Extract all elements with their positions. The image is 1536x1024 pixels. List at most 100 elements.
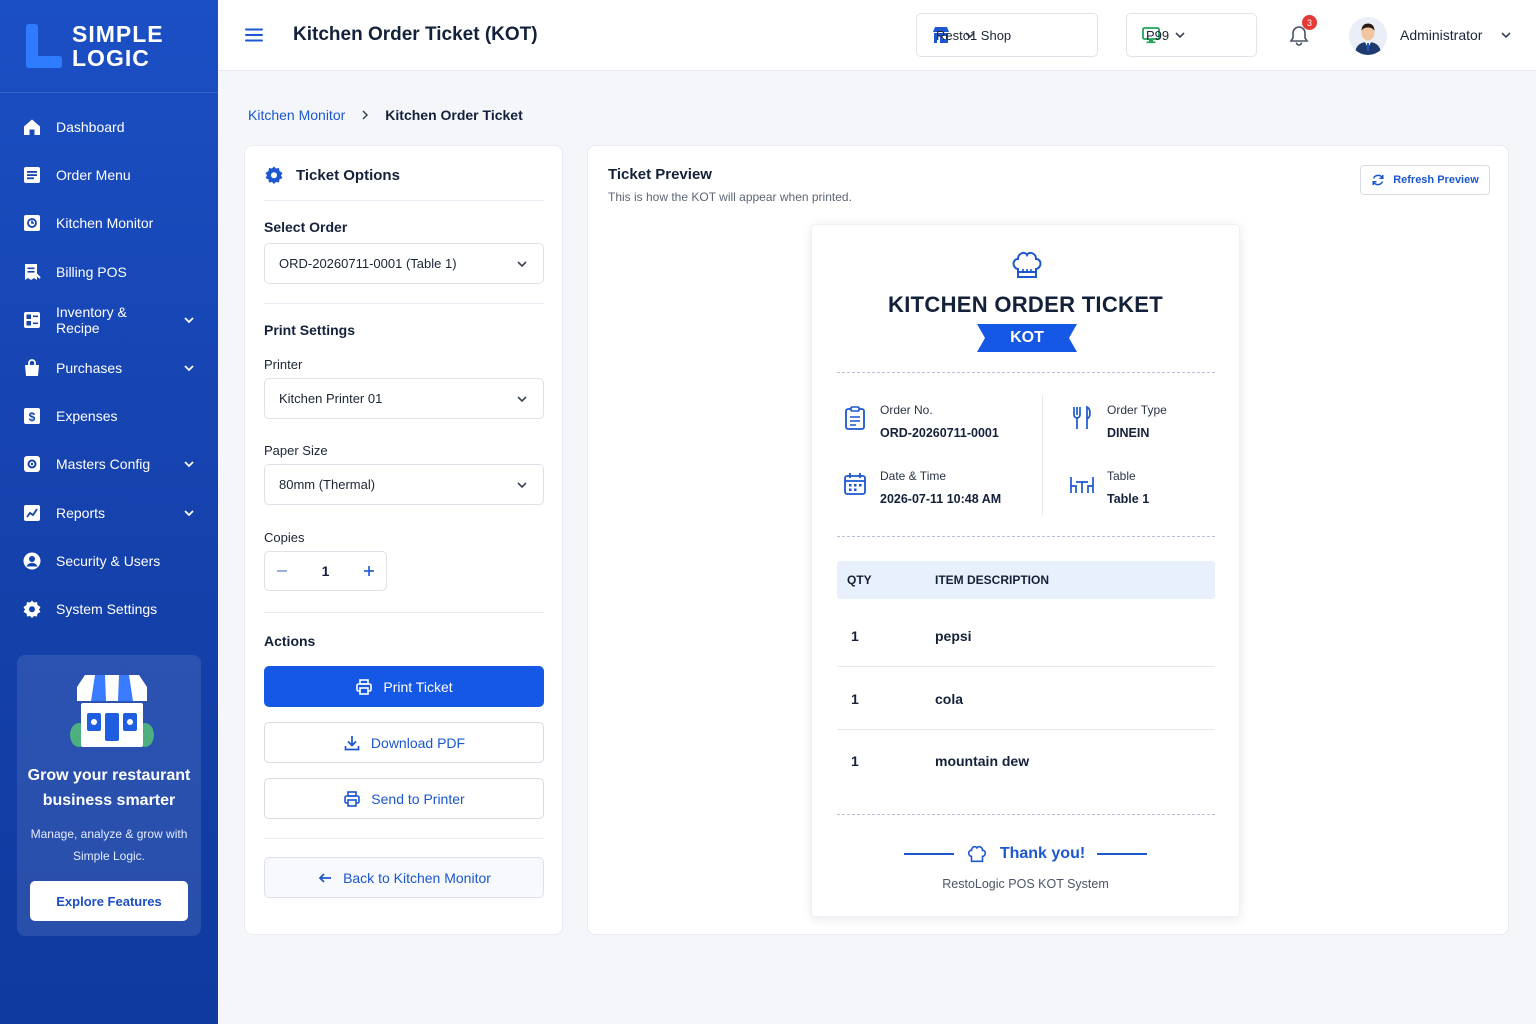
top-header: Kitchen Order Ticket (KOT) Resto1 Shop P…	[218, 0, 1536, 71]
sidebar-item-reports[interactable]: Reports	[0, 489, 218, 537]
monitor-icon	[22, 213, 42, 233]
chef-hat-icon	[967, 845, 986, 863]
gear-icon	[265, 166, 283, 184]
ticket-preview-subtitle: This is how the KOT will appear when pri…	[608, 190, 852, 204]
decorative-line	[1097, 853, 1148, 855]
download-pdf-button[interactable]: Download PDF	[264, 722, 544, 763]
divider	[264, 200, 544, 201]
promo-title: Grow your restaurant business smarter	[27, 767, 191, 809]
dashed-divider	[837, 372, 1215, 373]
actions-label: Actions	[264, 633, 316, 649]
promo-card: Grow your restaurant business smarter Ma…	[17, 655, 201, 936]
dollar-icon: $	[22, 406, 42, 426]
ticket-options-card: Ticket Options Select Order ORD-20260711…	[244, 145, 563, 935]
printer-icon	[344, 790, 361, 807]
download-icon	[344, 735, 360, 750]
page-title: Kitchen Order Ticket (KOT)	[293, 24, 538, 45]
breadcrumb-link-kitchen-monitor[interactable]: Kitchen Monitor	[248, 107, 345, 123]
sidebar: SIMPLE LOGIC Dashboard Order Menu Kitche…	[0, 0, 218, 1024]
kot-ticket: KITCHEN ORDER TICKET KOT Order No. ORD-2…	[811, 224, 1240, 917]
sidebar-item-dashboard[interactable]: Dashboard	[0, 103, 218, 151]
explore-features-button[interactable]: Explore Features	[30, 881, 188, 921]
datetime-value: 2026-07-11 10:48 AM	[880, 492, 1002, 506]
ticket-preview-title: Ticket Preview	[608, 166, 712, 183]
sidebar-item-security-users[interactable]: Security & Users	[0, 537, 218, 585]
printer-label: Printer	[264, 357, 303, 372]
paper-size-label: Paper Size	[264, 443, 328, 458]
minus-icon[interactable]	[275, 564, 289, 578]
decorative-line	[903, 853, 954, 855]
send-to-printer-button[interactable]: Send to Printer	[264, 778, 544, 819]
svg-text:$: $	[29, 410, 36, 424]
utensils-icon	[1073, 405, 1091, 429]
items-table-header: QTY ITEM DESCRIPTION	[837, 561, 1215, 599]
order-type-block: Order Type DINEIN	[1069, 401, 1167, 440]
copies-label: Copies	[264, 530, 305, 545]
print-settings-label: Print Settings	[264, 322, 356, 338]
chevron-down-icon	[517, 481, 527, 488]
brand-name: SIMPLE LOGIC	[72, 21, 164, 71]
sidebar-item-purchases[interactable]: Purchases	[0, 344, 218, 392]
order-no-value: ORD-20260711-0001	[880, 426, 999, 440]
notification-badge: 3	[1302, 15, 1317, 30]
sidebar-nav: Dashboard Order Menu Kitchen Monitor Bil…	[0, 103, 218, 633]
terminal-selector[interactable]: P99	[1126, 13, 1257, 57]
avatar[interactable]	[1349, 17, 1387, 55]
sidebar-item-inventory-recipe[interactable]: Inventory & Recipe	[0, 296, 218, 344]
print-ticket-button[interactable]: Print Ticket	[264, 666, 544, 707]
printer-select[interactable]: Kitchen Printer 01	[264, 378, 544, 419]
plus-icon[interactable]	[362, 564, 376, 578]
clipboard-icon	[845, 406, 865, 430]
shop-selector[interactable]: Resto1 Shop	[916, 13, 1098, 57]
refresh-preview-button[interactable]: Refresh Preview	[1360, 165, 1490, 195]
chevron-down-icon	[184, 461, 194, 468]
hamburger-menu-icon[interactable]	[244, 25, 264, 45]
info-separator	[1042, 395, 1043, 515]
inventory-icon	[22, 310, 42, 330]
divider	[264, 838, 544, 839]
calendar-icon	[844, 473, 866, 495]
chef-hat-icon	[1012, 251, 1042, 278]
shop-name: Resto1 Shop	[936, 27, 1012, 43]
dining-table-icon	[1070, 477, 1094, 493]
home-icon	[22, 117, 42, 137]
select-order-label: Select Order	[264, 219, 348, 235]
chevron-down-icon	[517, 395, 527, 402]
ticket-title: KITCHEN ORDER TICKET	[888, 292, 1163, 317]
divider	[264, 303, 544, 304]
arrow-left-icon	[318, 872, 332, 883]
thank-you-text: Thank you!	[999, 845, 1086, 862]
receipt-icon	[22, 262, 42, 282]
divider	[264, 612, 544, 613]
chevron-down-icon	[517, 260, 527, 267]
menu-list-icon	[22, 165, 42, 185]
order-select[interactable]: ORD-20260711-0001 (Table 1)	[264, 243, 544, 284]
printer-icon	[356, 678, 373, 695]
refresh-icon	[1372, 174, 1384, 186]
order-type-value: DINEIN	[1107, 426, 1150, 440]
user-name[interactable]: Administrator	[1400, 27, 1482, 43]
bag-icon	[22, 358, 42, 378]
breadcrumb-current: Kitchen Order Ticket	[385, 107, 523, 123]
ticket-footer: RestoLogic POS KOT System	[942, 877, 1109, 891]
sidebar-item-expenses[interactable]: $ Expenses	[0, 392, 218, 440]
kot-badge: KOT	[977, 324, 1077, 352]
sidebar-item-masters-config[interactable]: Masters Config	[0, 440, 218, 488]
table-row: 1 pepsi	[837, 605, 1215, 667]
sidebar-item-order-menu[interactable]: Order Menu	[0, 151, 218, 199]
chevron-down-icon[interactable]	[1499, 28, 1513, 42]
back-to-kitchen-monitor-button[interactable]: Back to Kitchen Monitor	[264, 857, 544, 898]
sidebar-item-billing-pos[interactable]: Billing POS	[0, 248, 218, 296]
brand-logo[interactable]: SIMPLE LOGIC	[24, 22, 164, 70]
table-block: Table Table 1	[1069, 467, 1149, 506]
dashed-divider	[837, 536, 1215, 537]
user-icon	[22, 551, 42, 571]
sidebar-item-system-settings[interactable]: System Settings	[0, 585, 218, 633]
copies-value[interactable]: 1	[322, 563, 330, 579]
chevron-down-icon	[184, 317, 194, 324]
sidebar-divider	[0, 92, 218, 93]
paper-size-select[interactable]: 80mm (Thermal)	[264, 464, 544, 505]
chart-icon	[22, 503, 42, 523]
sidebar-item-kitchen-monitor[interactable]: Kitchen Monitor	[0, 199, 218, 247]
gear-icon	[22, 599, 42, 619]
